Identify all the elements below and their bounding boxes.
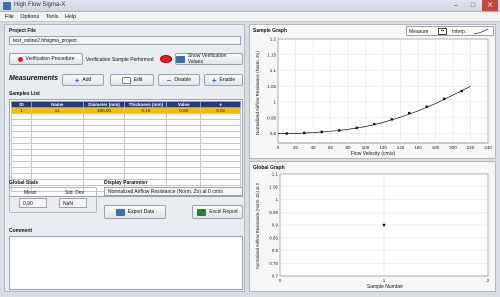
sample-graph-ylabel: Normalized Airflow Resistance (Norm. Zo) <box>255 51 260 135</box>
x-tick-label: 20 <box>293 145 299 150</box>
add-button[interactable]: + Add <box>62 74 104 86</box>
global-graph-xlabel: Sample Number <box>367 284 403 290</box>
menu-tools[interactable]: Tools <box>46 12 59 22</box>
y-tick-label: 1.05 <box>267 84 276 89</box>
title-bar: High Flow Sigma-X – □ ✕ <box>0 0 500 12</box>
x-tick-label: 160 <box>414 145 422 150</box>
y-tick-label: 1.2 <box>270 37 277 42</box>
maximize-icon[interactable]: □ <box>465 0 481 11</box>
x-tick-label: 200 <box>449 145 457 150</box>
disable-label: Disable <box>174 77 192 83</box>
verification-indicator <box>160 55 172 63</box>
y-tick-label: 0.95 <box>267 115 276 120</box>
y-tick-label: 0.95 <box>269 210 278 215</box>
project-file-field[interactable]: test_online2.hfsigma_project <box>9 36 241 45</box>
samples-table: ID Name Diameter (mm) Thickness (mm) Val… <box>11 101 241 192</box>
comment-textarea[interactable] <box>9 236 243 290</box>
excel-report-button[interactable]: Excel Report <box>192 205 243 219</box>
x-tick-label: 1 <box>383 278 386 283</box>
export-icon <box>115 208 125 216</box>
show-verification-values-button[interactable]: Show Verification Values <box>175 53 243 65</box>
minus-icon: – <box>166 75 172 85</box>
samples-list-title: Samples List <box>9 91 40 97</box>
x-tick-label: 120 <box>379 145 387 150</box>
sample-graph-xlabel: Flow Velocity (cm/s) <box>351 151 396 157</box>
x-tick-label: 180 <box>432 145 440 150</box>
close-icon[interactable]: ✕ <box>482 0 498 11</box>
global-stats-title: Global Stats <box>9 180 39 186</box>
app-icon <box>3 2 11 10</box>
plus-icon: + <box>211 75 217 85</box>
x-tick-label: 40 <box>310 145 316 150</box>
mean-value: 0,90 <box>19 198 47 208</box>
status-dot-icon <box>17 56 23 62</box>
y-tick-label: 0.9 <box>272 223 279 228</box>
y-tick-label: 1.1 <box>272 172 279 177</box>
excel-icon <box>197 208 207 216</box>
global-graph-plot[interactable]: 0 1 2 0.7 0.75 0.8 0.85 0.9 0.95 1 1.05 1.1 Sample … <box>250 162 495 291</box>
add-label: Add <box>82 77 92 83</box>
x-tick-label: 80 <box>345 145 351 150</box>
project-file-label: Project File <box>9 28 36 34</box>
edit-icon <box>121 76 131 84</box>
x-tick-label: 140 <box>397 145 405 150</box>
display-parameter-title: Display Parameter <box>104 180 148 186</box>
plus-icon: + <box>74 75 80 85</box>
y-tick-label: 0.85 <box>269 235 278 240</box>
column-header-diameter[interactable]: Diameter (mm) <box>82 101 126 108</box>
x-tick-label: 220 <box>467 145 475 150</box>
y-tick-label: 1.05 <box>269 184 278 189</box>
window-title: High Flow Sigma-X <box>14 2 66 8</box>
x-tick-label: 2 <box>487 278 490 283</box>
minimize-icon[interactable]: – <box>448 0 464 11</box>
global-graph-ylabel: Normalized Airflow Resistance (Norm. Zo)… <box>255 182 260 269</box>
std-dev-value: NaN <box>59 198 87 208</box>
sample-graph-plot[interactable]: 0 20 40 60 80 100 120 140 160 180 200 220 240 0.9 0.95… <box>250 25 495 158</box>
y-tick-label: 0.9 <box>270 131 277 136</box>
show-verification-values-label: Show Verification Values <box>187 53 227 65</box>
export-data-label: Export Data <box>127 209 155 215</box>
left-panel: Project File test_online2.hfsigma_projec… <box>4 24 245 292</box>
x-tick-label: 0 <box>277 145 280 150</box>
menu-bar: File Options Tools Help <box>0 12 500 22</box>
global-stats-box: Mean Std. Dev. 0,90 NaN <box>9 187 97 213</box>
global-graph-panel: Global Graph 0 1 2 0.7 0.75 0.8 0.85 0.9 0.95 1 1.… <box>249 161 496 292</box>
x-tick-label: 240 <box>484 145 492 150</box>
menu-options[interactable]: Options <box>20 12 39 22</box>
edit-label: Edit <box>133 77 143 83</box>
excel-report-label: Excel Report <box>209 209 238 215</box>
data-point <box>382 223 386 227</box>
y-tick-label: 1 <box>275 197 278 202</box>
comment-title: Comment <box>9 228 33 234</box>
enable-button[interactable]: + Enable <box>204 74 243 86</box>
x-tick-label: 0 <box>279 278 282 283</box>
x-tick-label: 100 <box>362 145 370 150</box>
export-data-button[interactable]: Export Data <box>104 205 166 219</box>
measurements-title: Measurements <box>9 75 59 82</box>
y-tick-label: 1.1 <box>270 68 277 73</box>
std-dev-label: Std. Dev. <box>65 190 86 196</box>
sample-graph-panel: Sample Graph Measure ▪▪ Interp. 0 20 40 60 8… <box>249 24 496 159</box>
x-tick-label: 60 <box>328 145 334 150</box>
y-tick-label: 1 <box>273 100 276 105</box>
mean-label: Mean <box>24 190 37 196</box>
disable-button[interactable]: – Disable <box>158 74 200 86</box>
y-tick-label: 0.75 <box>269 261 278 266</box>
y-tick-label: 0.7 <box>272 274 279 279</box>
y-tick-label: 1.15 <box>267 52 276 57</box>
verification-performed-label: Verification Sample Performed <box>86 57 154 63</box>
verification-procedure-button[interactable]: Verification Procedure <box>9 53 83 65</box>
display-parameter-select[interactable]: Normalized Airflow Resistance (Norm. Zo)… <box>104 187 243 196</box>
y-tick-label: 0.8 <box>272 248 279 253</box>
column-header-thickness[interactable]: Thickness (mm) <box>124 101 168 108</box>
edit-button[interactable]: Edit <box>110 74 154 86</box>
verification-values-icon <box>176 55 185 63</box>
verification-procedure-label: Verification Procedure <box>25 56 75 62</box>
enable-label: Enable <box>219 77 236 83</box>
menu-help[interactable]: Help <box>65 12 76 22</box>
menu-file[interactable]: File <box>5 12 14 22</box>
